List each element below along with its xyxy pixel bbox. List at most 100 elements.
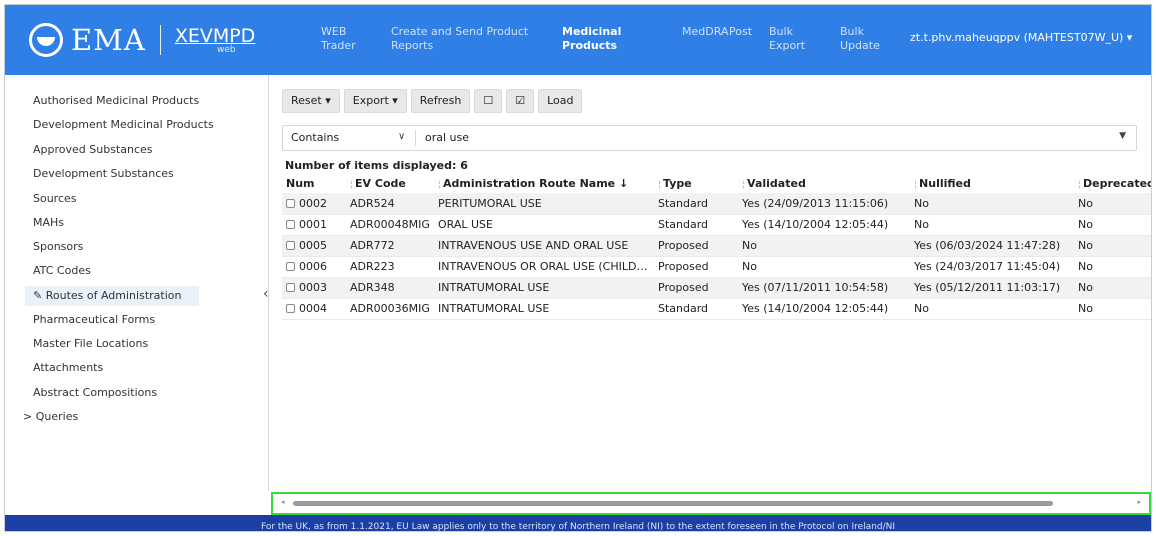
cell-nullified: Yes (05/12/2011 11:03:17): [910, 277, 1074, 299]
load-button[interactable]: Load: [538, 89, 583, 113]
cell-ev-code: ADR223: [346, 256, 434, 278]
cell-validated: Yes (24/09/2013 11:15:06): [738, 193, 910, 215]
nav-meddra[interactable]: MedDRA: [682, 25, 728, 39]
app-window: EMA XEVMPD web WEB Trader Create and Sen…: [4, 4, 1152, 532]
cell-type: Standard: [654, 214, 738, 236]
sidebar-item-authorised-medicinal-products[interactable]: Authorised Medicinal Products: [33, 91, 199, 111]
nav-web-trader[interactable]: WEB Trader: [321, 25, 356, 53]
app-subname: web: [217, 45, 236, 55]
filter-dropdown-icon[interactable]: ▼: [1119, 131, 1126, 141]
scroll-right-icon[interactable]: ▸: [1137, 498, 1141, 506]
cell-deprecated: No: [1074, 235, 1151, 257]
nav-bulk-update[interactable]: Bulk Update: [840, 25, 880, 53]
cell-num-value: 0001: [299, 218, 327, 231]
sidebar-item-routes-of-administration[interactable]: ✎ Routes of Administration: [25, 286, 199, 306]
table-row[interactable]: 0002 ADR524 PERITUMORAL USE Standard Yes (24…: [282, 193, 1151, 215]
sidebar-item-pharmaceutical-forms[interactable]: Pharmaceutical Forms: [33, 310, 155, 330]
table-header-row: Num EV Code Administration Route Name ↓ …: [282, 173, 1151, 193]
table-row[interactable]: 0006 ADR223 INTRAVENOUS OR ORAL USE (CHILD…: [282, 256, 1151, 278]
cell-ev-code: ADR348: [346, 277, 434, 299]
column-header-num[interactable]: Num: [282, 173, 346, 193]
sidebar-item-development-medicinal-products[interactable]: Development Medicinal Products: [33, 115, 214, 135]
sidebar-item-master-file-locations[interactable]: Master File Locations: [33, 334, 148, 354]
column-header-ev-code[interactable]: EV Code: [346, 173, 434, 193]
row-checkbox[interactable]: [286, 262, 295, 271]
horizontal-scrollbar[interactable]: ◂ ▸: [271, 492, 1151, 515]
cell-route-name: INTRAVENOUS USE AND ORAL USE: [434, 235, 654, 257]
column-header-type[interactable]: Type: [654, 173, 738, 193]
nav-create-send-product-reports[interactable]: Create and Send Product Reports: [391, 25, 528, 53]
cell-ev-code: ADR524: [346, 193, 434, 215]
column-header-validated[interactable]: Validated: [738, 173, 910, 193]
sidebar-item-approved-substances[interactable]: Approved Substances: [33, 140, 153, 160]
collapse-sidebar-icon[interactable]: ‹: [263, 286, 269, 302]
validated-label: Validated: [747, 176, 806, 190]
row-checkbox[interactable]: [286, 241, 295, 250]
column-header-route-name[interactable]: Administration Route Name ↓: [434, 173, 654, 193]
cell-deprecated: No: [1074, 214, 1151, 236]
uncheck-all-button[interactable]: ☐: [474, 89, 503, 113]
reset-button[interactable]: Reset ▾: [282, 89, 340, 113]
row-checkbox[interactable]: [286, 220, 295, 229]
nav-post-label: Post: [729, 25, 753, 38]
cell-validated: Yes (14/10/2004 12:05:44): [738, 214, 910, 236]
cell-deprecated: No: [1074, 277, 1151, 299]
sidebar-item-atc-codes[interactable]: ATC Codes: [33, 261, 91, 281]
sidebar-item-sponsors[interactable]: Sponsors: [33, 237, 83, 257]
sidebar-item-queries[interactable]: > Queries: [23, 407, 78, 427]
cell-nullified: No: [910, 298, 1074, 320]
column-header-deprecated[interactable]: Deprecated: [1074, 173, 1151, 193]
item-count: Number of items displayed: 6: [285, 159, 468, 172]
row-checkbox[interactable]: [286, 283, 295, 292]
check-all-button[interactable]: ☑: [506, 89, 535, 113]
cell-type: Proposed: [654, 235, 738, 257]
cell-ev-code: ADR00048MIG: [346, 214, 434, 236]
nav-meddra-label: MedDRA: [682, 25, 729, 38]
filter-operator-select[interactable]: Contains: [291, 131, 339, 144]
cell-route-name: ORAL USE: [434, 214, 654, 236]
route-name-label: Administration Route Name ↓: [443, 176, 629, 190]
cell-num-value: 0004: [299, 302, 327, 315]
row-checkbox[interactable]: [286, 198, 295, 208]
user-menu[interactable]: zt.t.phv.maheuqppv (MAHTEST07W_U) ▾: [910, 31, 1132, 44]
cell-deprecated: No: [1074, 256, 1151, 278]
nav-medicinal-products[interactable]: Medicinal Products: [562, 25, 621, 53]
cell-nullified: Yes (24/03/2017 11:45:04): [910, 256, 1074, 278]
cell-type: Proposed: [654, 256, 738, 278]
table-row[interactable]: 0001 ADR00048MIG ORAL USE Standard Yes (14/1…: [282, 214, 1151, 236]
scrollbar-thumb[interactable]: [293, 501, 1053, 506]
sidebar-item-development-substances[interactable]: Development Substances: [33, 164, 174, 184]
results-table: Num EV Code Administration Route Name ↓ …: [282, 173, 1151, 320]
row-checkbox[interactable]: [286, 304, 295, 313]
export-button[interactable]: Export ▾: [343, 89, 407, 113]
sidebar-item-mahs[interactable]: MAHs: [33, 213, 64, 233]
app-name: XEVMPD: [174, 25, 256, 47]
nav-post[interactable]: Post: [729, 25, 752, 39]
cell-type: Standard: [654, 193, 738, 215]
cell-route-name: PERITUMORAL USE: [434, 193, 654, 215]
scroll-left-icon[interactable]: ◂: [281, 498, 285, 506]
table-row[interactable]: 0003 ADR348 INTRATUMORAL USE Proposed Yes (0…: [282, 277, 1151, 299]
cell-validated: No: [738, 235, 910, 257]
sidebar-item-sources[interactable]: Sources: [33, 189, 77, 209]
cell-deprecated: No: [1074, 193, 1151, 215]
cell-type: Proposed: [654, 277, 738, 299]
type-label: Type: [663, 176, 692, 190]
ema-logo-icon: [29, 23, 63, 57]
refresh-button[interactable]: Refresh: [410, 89, 471, 113]
nav-bulk-export[interactable]: Bulk Export: [769, 25, 805, 53]
footer-notice: For the UK, as from 1.1.2021, EU Law app…: [5, 515, 1151, 531]
cell-nullified: No: [910, 214, 1074, 236]
cell-num-value: 0006: [299, 260, 327, 273]
nav-web-trader-label: WEB Trader: [321, 25, 356, 52]
table-row[interactable]: 0005 ADR772 INTRAVENOUS USE AND ORAL USE Pr…: [282, 235, 1151, 257]
column-header-nullified[interactable]: Nullified: [910, 173, 1074, 193]
cell-nullified: Yes (06/03/2024 11:47:28): [910, 235, 1074, 257]
main-panel: Reset ▾ Export ▾ Refresh ☐ ☑ Load Contai…: [270, 75, 1151, 490]
table-row[interactable]: 0004 ADR00036MIG INTRATUMORAL USE Standard Y…: [282, 298, 1151, 320]
chevron-down-icon[interactable]: ∨: [398, 131, 405, 142]
sidebar-item-abstract-compositions[interactable]: Abstract Compositions: [33, 383, 157, 403]
cell-ev-code: ADR772: [346, 235, 434, 257]
search-input[interactable]: oral use: [425, 131, 469, 144]
sidebar-item-attachments[interactable]: Attachments: [33, 358, 103, 378]
